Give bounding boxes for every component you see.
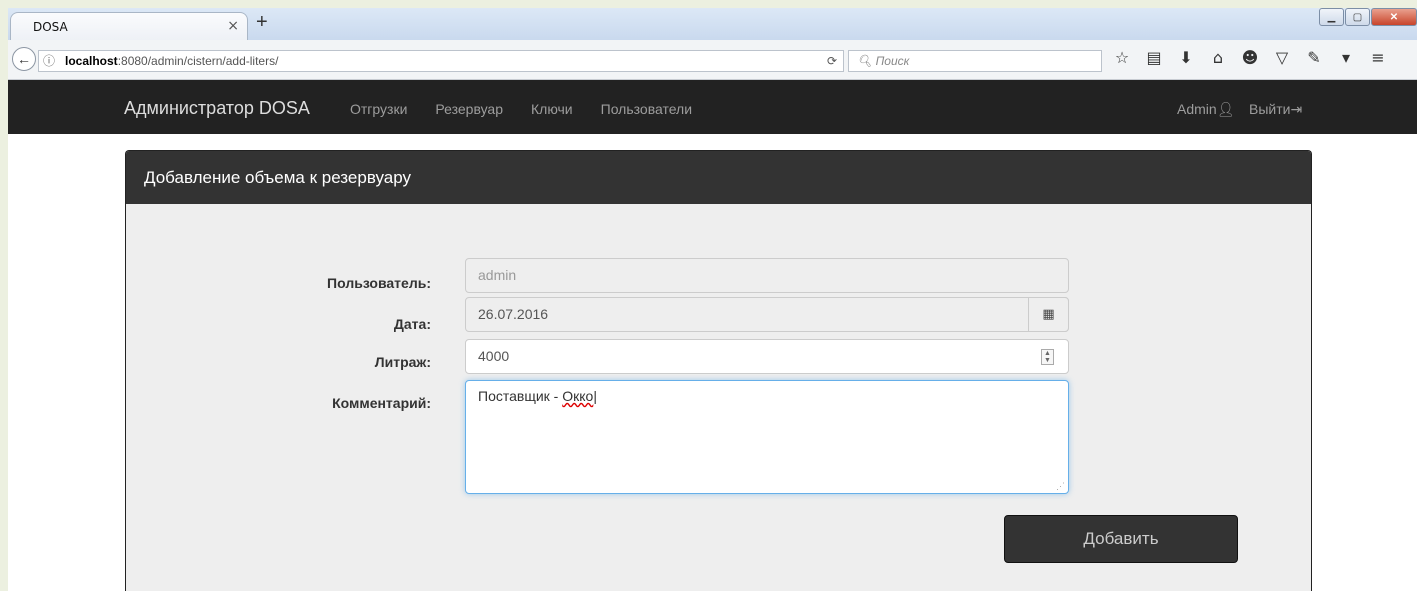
- app-navbar: Администратор DOSA Отгрузки Резервуар Кл…: [8, 80, 1417, 134]
- comment-misspelled-word: Окко: [562, 388, 594, 404]
- user-label: Admin: [1177, 101, 1217, 117]
- window-close-icon[interactable]: ✕: [1371, 8, 1417, 26]
- form-panel: Добавление объема к резервуару Пользоват…: [125, 150, 1312, 591]
- date-input[interactable]: 26.07.2016 ▦: [465, 297, 1069, 332]
- liters-field-label: Литраж:: [374, 354, 431, 370]
- browser-tool-icons: ☆ ▤ ⬇ ⌂ ☻ ▽ ✎ ▾ ≡: [1112, 48, 1388, 67]
- home-icon[interactable]: ⌂: [1208, 48, 1228, 67]
- tab-title: DOSA: [33, 20, 68, 34]
- browser-tab-bar: DOSA × + ▁ ▢ ✕: [8, 8, 1417, 40]
- menu-icon[interactable]: ≡: [1368, 48, 1388, 67]
- minimize-icon[interactable]: ▁: [1319, 8, 1344, 26]
- calendar-icon[interactable]: ▦: [1028, 297, 1069, 332]
- logout-icon: ⇥: [1290, 101, 1303, 117]
- add-button[interactable]: Добавить: [1004, 515, 1238, 563]
- resize-grip-icon[interactable]: ⋰: [1056, 481, 1065, 492]
- window-controls: ▁ ▢ ✕: [1318, 8, 1417, 28]
- liters-input[interactable]: 4000 ▲ ▼: [465, 339, 1069, 374]
- main-content: Добавление объема к резервуару Пользоват…: [8, 134, 1417, 591]
- back-arrow-icon[interactable]: ←: [12, 47, 36, 71]
- pocket-icon[interactable]: ▽: [1272, 48, 1292, 67]
- browser-tab[interactable]: DOSA ×: [10, 12, 248, 40]
- nav-item-keys[interactable]: Ключи: [531, 101, 573, 117]
- search-placeholder: Поиск: [875, 54, 910, 68]
- url-host: localhost: [65, 54, 118, 68]
- url-text: localhost:8080/admin/cistern/add-liters/: [65, 51, 278, 71]
- url-path: :8080/admin/cistern/add-liters/: [117, 54, 279, 68]
- nav-item-cistern[interactable]: Резервуар: [435, 101, 503, 117]
- chat-icon[interactable]: ☻: [1240, 48, 1260, 67]
- panel-title: Добавление объема к резервуару: [126, 151, 1311, 204]
- date-value: 26.07.2016: [478, 306, 549, 322]
- comment-field-label: Комментарий:: [332, 395, 431, 411]
- tab-close-icon[interactable]: ×: [227, 18, 239, 34]
- brand-link[interactable]: Администратор DOSA: [124, 98, 310, 119]
- text-cursor: |: [593, 388, 597, 404]
- reading-list-icon[interactable]: ▤: [1144, 48, 1164, 67]
- download-icon[interactable]: ⬇: [1176, 48, 1196, 67]
- reload-icon[interactable]: ⟳: [827, 51, 837, 71]
- logout-label: Выйти: [1249, 101, 1291, 117]
- user-input: admin: [465, 258, 1069, 293]
- search-input[interactable]: 🔍︎ Поиск: [848, 50, 1102, 72]
- nav-links: Отгрузки Резервуар Ключи Пользователи: [350, 101, 720, 117]
- dropdown-icon[interactable]: ▾: [1336, 48, 1356, 67]
- nav-item-shipments[interactable]: Отгрузки: [350, 101, 407, 117]
- comment-text: Поставщик -: [478, 388, 563, 404]
- extension-icon[interactable]: ✎: [1304, 48, 1324, 67]
- comment-textarea[interactable]: Поставщик - Окко| ⋰: [465, 380, 1069, 494]
- logout-link[interactable]: Выйти⇥: [1249, 101, 1302, 118]
- user-field-label: Пользователь:: [327, 275, 431, 291]
- liters-value: 4000: [478, 348, 510, 364]
- browser-toolbar: ← ⓘ localhost:8080/admin/cistern/add-lit…: [8, 40, 1417, 80]
- user-menu[interactable]: Admin👤︎: [1177, 101, 1234, 118]
- search-icon: 🔍︎: [857, 54, 876, 68]
- maximize-icon[interactable]: ▢: [1345, 8, 1370, 26]
- date-field-label: Дата:: [393, 316, 431, 332]
- info-icon[interactable]: ⓘ: [43, 51, 55, 71]
- user-icon: 👤︎: [1216, 101, 1235, 117]
- bookmark-star-icon[interactable]: ☆: [1112, 48, 1132, 67]
- number-spinner-icon[interactable]: ▲ ▼: [1041, 349, 1054, 365]
- new-tab-icon[interactable]: +: [256, 11, 268, 34]
- nav-item-users[interactable]: Пользователи: [601, 101, 692, 117]
- address-bar[interactable]: ⓘ localhost:8080/admin/cistern/add-liter…: [38, 50, 844, 72]
